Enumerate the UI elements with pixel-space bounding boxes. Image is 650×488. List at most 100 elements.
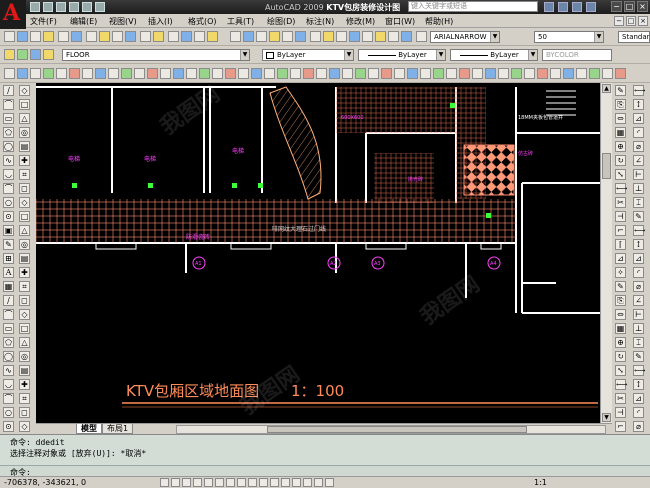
view-icon[interactable] bbox=[147, 68, 158, 79]
open-icon[interactable] bbox=[336, 31, 347, 42]
orbit-icon[interactable] bbox=[160, 68, 171, 79]
solid-icon[interactable] bbox=[225, 68, 236, 79]
layer-icon[interactable]: ▤ bbox=[19, 141, 30, 152]
angular-dim-icon[interactable]: ∠ bbox=[633, 295, 644, 306]
model-icon[interactable] bbox=[259, 478, 268, 487]
text-height-select[interactable]: 50 ▼ bbox=[534, 31, 604, 43]
scroll-thumb[interactable] bbox=[602, 153, 611, 179]
line-icon[interactable]: / bbox=[3, 85, 14, 96]
layout-view-icon[interactable] bbox=[281, 478, 290, 487]
torus-icon[interactable]: ◎ bbox=[19, 127, 30, 138]
layer-select[interactable]: FLOOR ▼ bbox=[62, 49, 250, 61]
move-icon[interactable]: ⊕ bbox=[615, 141, 626, 152]
cut-icon[interactable] bbox=[86, 31, 97, 42]
solid-icon[interactable] bbox=[95, 68, 106, 79]
print-icon[interactable] bbox=[43, 31, 54, 42]
chamfer-icon[interactable]: ⌈ bbox=[615, 239, 626, 250]
arc-dim-icon[interactable]: ⊿ bbox=[633, 393, 644, 404]
break-icon[interactable]: ⌐ bbox=[615, 421, 626, 432]
menu-edit[interactable]: 编辑(E) bbox=[70, 16, 97, 27]
shape-icon[interactable]: ◇ bbox=[19, 309, 30, 320]
layer-previous-icon[interactable] bbox=[43, 49, 54, 60]
layer-icon[interactable]: ▤ bbox=[19, 365, 30, 376]
menu-tools[interactable]: 工具(T) bbox=[227, 16, 254, 27]
linear-dim-icon[interactable]: ⟷ bbox=[633, 85, 645, 96]
revcloud-icon[interactable]: ⌒ bbox=[3, 183, 14, 194]
orbit-icon[interactable] bbox=[30, 68, 41, 79]
new-icon[interactable] bbox=[4, 31, 15, 42]
render-icon[interactable] bbox=[563, 68, 574, 79]
erase-icon[interactable]: ✎ bbox=[615, 281, 626, 292]
sheet-set-icon[interactable] bbox=[269, 31, 280, 42]
solid-icon[interactable] bbox=[355, 68, 366, 79]
explode-icon[interactable]: ✧ bbox=[615, 267, 626, 278]
view-icon[interactable] bbox=[277, 68, 288, 79]
zoom-window-icon[interactable] bbox=[194, 31, 205, 42]
break-icon[interactable]: ⌐ bbox=[615, 225, 626, 236]
zoom-previous-icon[interactable] bbox=[207, 31, 218, 42]
cross-icon[interactable]: ✚ bbox=[19, 155, 30, 166]
render-icon[interactable] bbox=[173, 68, 184, 79]
drawing-canvas[interactable]: 电梯 电梯 电梯 防滑瓷砖 啡网纹大理石过门线 18MM夹板包管道井 600X6… bbox=[36, 83, 600, 423]
print-icon[interactable] bbox=[69, 2, 79, 12]
stretch-icon[interactable]: ⟷ bbox=[615, 379, 627, 390]
ellipse-icon[interactable]: ○ bbox=[3, 407, 14, 418]
ucs-icon[interactable] bbox=[4, 68, 15, 79]
trim-icon[interactable]: ✂ bbox=[615, 197, 626, 208]
offset-icon[interactable]: ▦ bbox=[615, 323, 626, 334]
menu-modify[interactable]: 修改(M) bbox=[346, 16, 375, 27]
orbit-icon[interactable] bbox=[550, 68, 561, 79]
material-icon[interactable] bbox=[459, 68, 470, 79]
linear-dim-icon[interactable]: ⟷ bbox=[633, 365, 645, 376]
copy-icon[interactable] bbox=[416, 31, 427, 42]
grid-icon[interactable]: ⌗ bbox=[19, 393, 30, 404]
help-search-input[interactable]: 键入关键字或短语 bbox=[408, 1, 538, 12]
light-icon[interactable] bbox=[186, 68, 197, 79]
wedge-icon[interactable]: △ bbox=[19, 337, 30, 348]
layer-manager-icon[interactable] bbox=[4, 49, 15, 60]
arc-icon[interactable]: ◡ bbox=[3, 379, 14, 390]
osnap-icon[interactable] bbox=[204, 478, 213, 487]
box-icon[interactable]: □ bbox=[19, 323, 30, 334]
properties-icon[interactable] bbox=[230, 31, 241, 42]
block-icon[interactable]: ▣ bbox=[3, 225, 14, 236]
paste-icon[interactable] bbox=[112, 31, 123, 42]
arc-dim-icon[interactable]: ⊿ bbox=[633, 113, 644, 124]
continue-dim-icon[interactable]: ⊥ bbox=[633, 183, 644, 194]
pan-icon[interactable] bbox=[168, 31, 179, 42]
line-icon[interactable]: / bbox=[3, 295, 14, 306]
menu-draw[interactable]: 绘图(D) bbox=[267, 16, 295, 27]
menu-format[interactable]: 格式(O) bbox=[188, 16, 217, 27]
grid-icon[interactable] bbox=[171, 478, 180, 487]
section-icon[interactable] bbox=[121, 68, 132, 79]
baseline-dim-icon[interactable]: ⊢ bbox=[633, 169, 644, 180]
zoom-icon[interactable] bbox=[303, 478, 312, 487]
section-icon[interactable] bbox=[511, 68, 522, 79]
steering-icon[interactable] bbox=[314, 478, 323, 487]
preview-icon[interactable] bbox=[58, 31, 69, 42]
zoom-icon[interactable] bbox=[181, 31, 192, 42]
close-button[interactable]: × bbox=[637, 1, 648, 12]
continue-dim-icon[interactable]: ⊥ bbox=[633, 323, 644, 334]
trim-icon[interactable]: ✂ bbox=[615, 393, 626, 404]
shape-icon[interactable]: ◇ bbox=[19, 197, 30, 208]
grid-icon[interactable]: ⌗ bbox=[19, 281, 30, 292]
shape-icon[interactable]: ◇ bbox=[19, 85, 30, 96]
view-icon[interactable] bbox=[17, 68, 28, 79]
showmotion-icon[interactable] bbox=[325, 478, 334, 487]
snap-icon[interactable] bbox=[160, 478, 169, 487]
wedge-icon[interactable]: △ bbox=[19, 113, 30, 124]
solid-icon[interactable] bbox=[615, 68, 626, 79]
material-icon[interactable] bbox=[199, 68, 210, 79]
tool-palette-icon[interactable] bbox=[256, 31, 267, 42]
ucs-icon[interactable] bbox=[134, 68, 145, 79]
vertical-scrollbar[interactable]: ▲ ▼ bbox=[600, 83, 612, 423]
doc-close-button[interactable]: × bbox=[638, 16, 648, 26]
publish-icon[interactable] bbox=[71, 31, 82, 42]
menu-insert[interactable]: 插入(I) bbox=[148, 16, 173, 27]
render-icon[interactable] bbox=[303, 68, 314, 79]
publish-icon[interactable] bbox=[388, 31, 399, 42]
redo-icon[interactable] bbox=[95, 2, 105, 12]
arc-icon[interactable]: ◡ bbox=[3, 169, 14, 180]
angular-dim-icon[interactable]: ∠ bbox=[633, 155, 644, 166]
